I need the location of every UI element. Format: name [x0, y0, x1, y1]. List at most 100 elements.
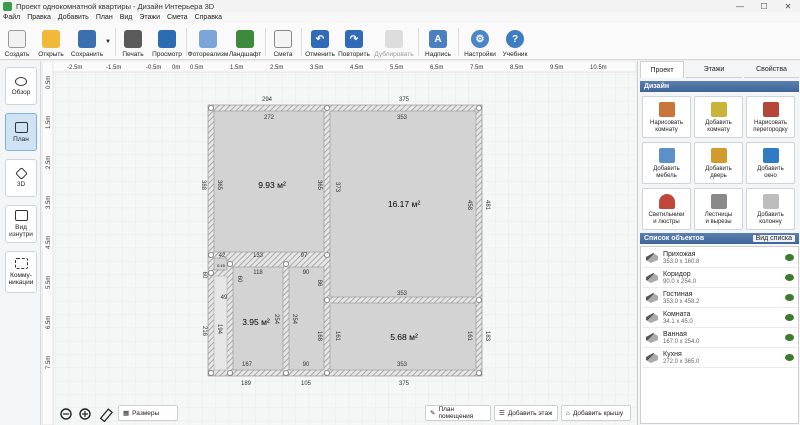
dim-label: 167	[242, 362, 253, 368]
eye-icon[interactable]	[785, 254, 794, 261]
menu-estimate[interactable]: Смета	[167, 14, 188, 21]
stairs-icon	[710, 194, 727, 209]
plan-canvas[interactable]: -2.5m -1.5m -0.5m 0m 0.5m 1.5m 2.5m 3.5m 4.5m 5.5…	[42, 61, 636, 425]
plan-icon	[14, 121, 28, 133]
ruler-tick-label: 5.5m	[46, 276, 52, 289]
list-item[interactable]: Коридор 90.0 x 254.0	[643, 269, 797, 288]
sizes-button[interactable]: ▦ Размеры	[118, 405, 178, 421]
lamp-icon	[658, 194, 675, 209]
list-item[interactable]: Прихожая 353.0 x 160.8	[643, 249, 797, 268]
eye-icon[interactable]	[785, 334, 794, 341]
dim-label: 60	[201, 272, 207, 279]
layers-icon: ☰	[499, 410, 505, 417]
add-door-button[interactable]: Добавить дверь	[694, 142, 743, 184]
dim-label: 353	[397, 362, 408, 368]
draw-room-button[interactable]: Нарисовать комнату	[642, 96, 691, 138]
window-icon	[762, 148, 779, 163]
ruler-tick-label: 4.5m	[350, 65, 363, 71]
list-item[interactable]: Комната 34.1 x 45.0	[643, 309, 797, 328]
add-floor-button[interactable]: ☰ Добавить этаж	[494, 405, 558, 421]
duplicate-button[interactable]: Дублировать	[374, 25, 414, 58]
dim-label: 161	[466, 331, 472, 342]
menu-bar: Файл Правка Добавить План Вид Этажи Смет…	[0, 12, 800, 23]
room-view-icon	[14, 210, 28, 221]
dim-label: 90	[303, 270, 310, 276]
tab-floors[interactable]: Этажи	[686, 61, 742, 78]
add-furniture-button[interactable]: Добавить мебель	[642, 142, 691, 184]
dim-label: 168	[316, 331, 322, 342]
menu-file[interactable]: Файл	[3, 14, 20, 21]
roof-icon: ⌂	[566, 409, 570, 417]
room-icon	[646, 293, 658, 303]
ruler-tick-label: 9.5m	[550, 65, 563, 71]
menu-floors[interactable]: Этажи	[139, 14, 160, 21]
add-column-button[interactable]: Добавить колонну	[746, 188, 795, 230]
toolbar-separator	[265, 28, 266, 56]
open-button[interactable]: Открыть	[36, 25, 66, 58]
tab-properties[interactable]: Свойства	[744, 61, 799, 78]
room-icon	[646, 253, 658, 263]
add-window-button[interactable]: Добавить окно	[746, 142, 795, 184]
view-3d-button[interactable]: 3D	[5, 159, 37, 197]
stairs-button[interactable]: Лестницы и вырезы	[694, 188, 743, 230]
save-button[interactable]: Сохранить	[70, 25, 104, 58]
settings-button[interactable]: ⚙ Настройки	[463, 25, 497, 58]
undo-button[interactable]: ↶ Отменить	[305, 25, 335, 58]
overview-button[interactable]: Обзор	[5, 67, 37, 105]
inside-view-button[interactable]: Вид изнутри	[5, 205, 37, 243]
menu-plan[interactable]: План	[96, 14, 113, 21]
tutorial-button[interactable]: ? Учебник	[500, 25, 530, 58]
add-room-button[interactable]: Добавить комнату	[694, 96, 743, 138]
list-item[interactable]: Кухня 272.0 x 365.0	[643, 349, 797, 368]
menu-help[interactable]: Справка	[195, 14, 222, 21]
objects-header: Список объектов Вид списка	[640, 233, 799, 244]
draw-partition-button[interactable]: Нарисовать перегородку	[746, 96, 795, 138]
toolbar-separator	[115, 28, 116, 56]
list-item[interactable]: Ванная 167.0 x 254.0	[643, 329, 797, 348]
ruler-tick-label: 3.5m	[46, 196, 52, 209]
armchair-icon	[658, 148, 675, 163]
maximize-icon[interactable]: ☐	[752, 2, 776, 11]
eye-icon[interactable]	[785, 274, 794, 281]
dim-label: 118	[253, 270, 263, 276]
ruler-tick-label: 4.5m	[46, 236, 52, 249]
close-icon[interactable]: ✕	[776, 2, 800, 11]
photorealism-button[interactable]: Фотореализм	[188, 25, 228, 58]
ruler-tick-label: 3.5m	[310, 65, 323, 71]
undo-icon: ↶	[311, 30, 329, 48]
eye-icon[interactable]	[785, 354, 794, 361]
communications-button[interactable]: Комму-никации	[5, 251, 37, 293]
floor-plan-svg[interactable]: -2.5m -1.5m -0.5m 0m 0.5m 1.5m 2.5m 3.5m 4.5m 5.5…	[42, 61, 636, 425]
landscape-button[interactable]: Ландшафт	[229, 25, 261, 58]
list-item[interactable]: Гостиная 353.0 x 458.2	[643, 289, 797, 308]
door-icon	[710, 148, 727, 163]
caption-button[interactable]: A Надпись	[424, 25, 452, 58]
redo-button[interactable]: ↷ Повторить	[338, 25, 370, 58]
eye-icon[interactable]	[785, 314, 794, 321]
eye-icon[interactable]	[785, 294, 794, 301]
create-button[interactable]: Создать	[4, 25, 30, 58]
menu-edit[interactable]: Правка	[27, 14, 51, 21]
lights-button[interactable]: Светильники и люстры	[642, 188, 691, 230]
plan-button[interactable]: План	[5, 113, 37, 151]
dim-label: 254	[291, 314, 297, 325]
estimate-button[interactable]: Смета	[270, 25, 296, 58]
view-list-button[interactable]: Вид списка	[752, 235, 795, 242]
dim-label: 375	[399, 97, 410, 103]
menu-view[interactable]: Вид	[120, 14, 133, 21]
add-room-icon	[710, 102, 727, 117]
save-dropdown[interactable]: ▼	[104, 25, 112, 58]
area-label: 16.17 м²	[388, 199, 420, 209]
minimize-icon[interactable]: —	[728, 2, 752, 11]
print-button[interactable]: Печать	[120, 25, 146, 58]
plan-rooms-button[interactable]: ✎ План помещения	[425, 405, 491, 421]
draw-room-icon	[658, 102, 675, 117]
toolbar-separator	[458, 28, 459, 56]
ruler-tick-label: 7.5m	[46, 356, 52, 369]
preview-button[interactable]: Просмотр	[152, 25, 182, 58]
add-roof-button[interactable]: ⌂ Добавить крышу	[561, 405, 631, 421]
tab-project[interactable]: Проект	[640, 61, 684, 78]
area-label: 9.93 м²	[258, 180, 286, 190]
menu-add[interactable]: Добавить	[58, 14, 89, 21]
column-icon	[762, 194, 779, 209]
